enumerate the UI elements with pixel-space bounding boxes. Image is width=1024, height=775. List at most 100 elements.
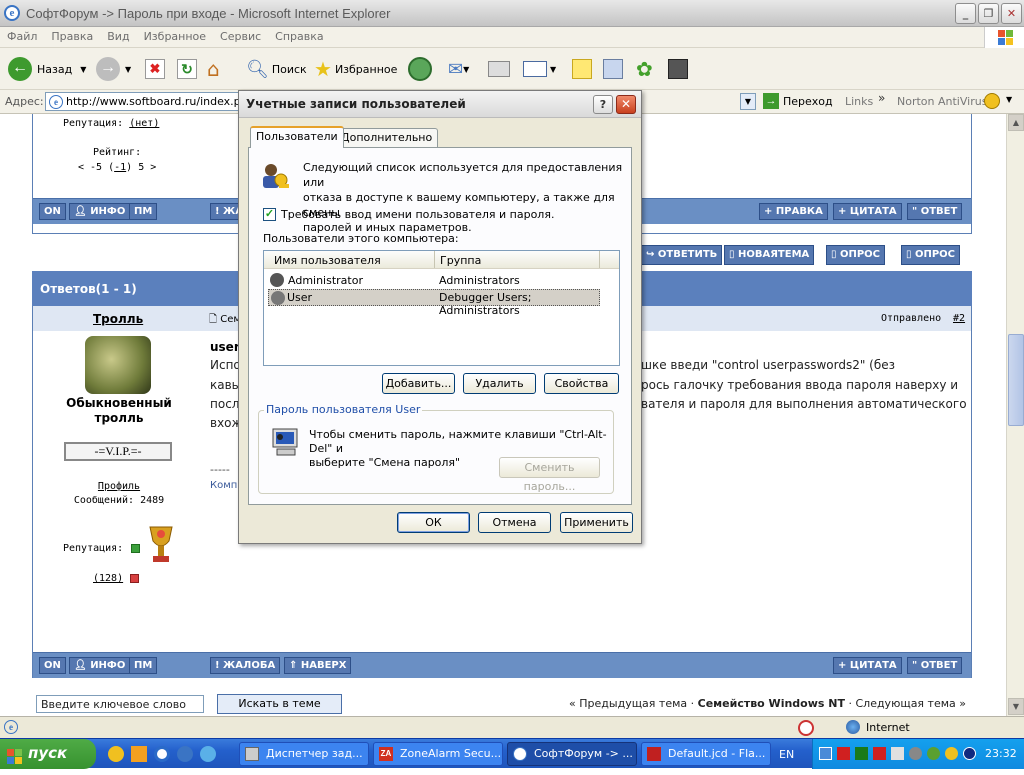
table-row[interactable]: User Debugger Users; Administrators: [268, 289, 600, 317]
tab-advanced[interactable]: Дополнительно: [335, 128, 439, 147]
go-button[interactable]: → Переход: [763, 93, 833, 109]
quicklaunch-icon-3[interactable]: [154, 746, 170, 762]
require-login-row[interactable]: ✓ Требовать ввод имени пользователя и па…: [263, 208, 554, 221]
task-zonealarm[interactable]: ZA ZoneAlarm Secu...: [373, 742, 503, 766]
tray-icon-2[interactable]: [837, 747, 850, 760]
norton-label[interactable]: Norton AntiVirus: [897, 95, 987, 108]
require-login-checkbox[interactable]: ✓: [263, 208, 276, 221]
task-taskmgr[interactable]: Диспетчер зад...: [239, 742, 369, 766]
quicklaunch-icon-4[interactable]: [177, 746, 193, 762]
home-button[interactable]: ⌂: [207, 55, 220, 83]
reply-button-2[interactable]: " ОТВЕТ: [907, 657, 963, 674]
menu-file[interactable]: Файл: [0, 27, 44, 43]
next-topic-link[interactable]: · Следующая тема »: [848, 697, 966, 710]
add-user-button[interactable]: Добавить...: [382, 373, 455, 394]
tray-icon-4[interactable]: [873, 747, 886, 760]
task-softforum[interactable]: СофтФорум -> ...: [507, 742, 637, 766]
table-row[interactable]: Administrator Administrators: [268, 272, 598, 289]
forum-link[interactable]: Семейство Windows NT: [698, 697, 845, 710]
properties-button[interactable]: Свойства: [544, 373, 619, 394]
poll-button[interactable]: ▯ ОПРОС: [826, 245, 886, 265]
address-input[interactable]: e http://www.softboard.ru/index.php: [45, 92, 243, 111]
apply-button[interactable]: Применить: [560, 512, 633, 533]
tray-icon-9[interactable]: [963, 747, 976, 760]
scroll-down-button[interactable]: ▼: [1008, 698, 1024, 715]
info-button[interactable]: 👤︎ ИНФО: [69, 203, 131, 220]
close-window-button[interactable]: ✕: [1001, 3, 1022, 24]
tray-icon-7[interactable]: [927, 747, 940, 760]
edit-button[interactable]: ▼: [523, 55, 556, 83]
start-button[interactable]: пуск: [0, 739, 96, 769]
post-number-link[interactable]: #2: [953, 313, 965, 324]
quote-button-2[interactable]: + ЦИТАТА: [833, 657, 902, 674]
quicklaunch-icon-1[interactable]: [108, 746, 124, 762]
tab-users[interactable]: Пользователи: [250, 126, 344, 148]
menu-favorites[interactable]: Избранное: [137, 27, 213, 43]
menu-tools[interactable]: Сервис: [213, 27, 268, 43]
plus-rep-icon[interactable]: [131, 544, 140, 553]
tray-icon-1[interactable]: [819, 747, 832, 760]
back-button[interactable]: ← Назад ▼: [8, 55, 86, 83]
reply-topic-button[interactable]: ↪ ОТВЕТИТЬ: [641, 245, 723, 265]
extra-button[interactable]: [668, 55, 688, 83]
search-button[interactable]: 🔍︎ Поиск: [246, 55, 307, 83]
stop-button[interactable]: ✖: [145, 55, 165, 83]
menu-edit[interactable]: Правка: [44, 27, 100, 43]
vertical-scrollbar[interactable]: ▲ ▼: [1006, 114, 1024, 716]
reply-button[interactable]: " ОТВЕТ: [907, 203, 963, 220]
col-username[interactable]: Имя пользователя: [274, 254, 381, 267]
quicklaunch-icon-5[interactable]: [200, 746, 216, 762]
menu-help[interactable]: Справка: [268, 27, 330, 43]
quote-button[interactable]: + ЦИТАТА: [833, 203, 902, 220]
minus-rep-icon[interactable]: [130, 574, 139, 583]
profile-link[interactable]: Профиль: [33, 481, 205, 492]
address-dropdown-button[interactable]: ▼: [740, 93, 756, 110]
poll-button-2[interactable]: ▯ ОПРОС: [901, 245, 961, 265]
favorites-button[interactable]: ★ Избранное: [314, 55, 397, 83]
author-name[interactable]: Тролль: [93, 312, 143, 326]
task-flash[interactable]: Default.jcd - Fla...: [641, 742, 771, 766]
scroll-thumb[interactable]: [1008, 334, 1024, 426]
chevron-icon[interactable]: »: [878, 91, 885, 105]
keyword-input[interactable]: Введите ключевое слово: [36, 695, 204, 713]
dialog-close-button[interactable]: ✕: [616, 95, 636, 114]
minimize-button[interactable]: _: [955, 3, 976, 24]
tray-icon-3[interactable]: [855, 747, 868, 760]
tray-icon-6[interactable]: [909, 747, 922, 760]
pm-button-2[interactable]: ПМ: [129, 657, 158, 674]
complaint-button-2[interactable]: ! ЖАЛОБА: [210, 657, 281, 674]
norton-icon[interactable]: [984, 93, 1000, 109]
cancel-button[interactable]: Отмена: [478, 512, 551, 533]
ok-button[interactable]: ОК: [397, 512, 470, 533]
new-topic-button[interactable]: ▯ НОВАЯТЕМА: [724, 245, 815, 265]
pm-button[interactable]: ПМ: [129, 203, 158, 220]
language-indicator[interactable]: EN: [779, 748, 794, 761]
tray-icon-5[interactable]: [891, 747, 904, 760]
help-button[interactable]: ?: [593, 95, 613, 114]
maximize-button[interactable]: ❐: [978, 3, 999, 24]
on-button[interactable]: ON: [39, 203, 66, 220]
norton-dropdown-icon[interactable]: ▼: [1006, 95, 1012, 104]
prev-topic-link[interactable]: « Предыдущая тема ·: [569, 697, 694, 710]
remove-user-button[interactable]: Удалить: [463, 373, 536, 394]
links-label[interactable]: Links: [845, 95, 873, 108]
tray-icon-8[interactable]: [945, 747, 958, 760]
menu-view[interactable]: Вид: [100, 27, 136, 43]
clock[interactable]: 23:32: [985, 747, 1017, 760]
research-button[interactable]: [603, 55, 623, 83]
scroll-up-button[interactable]: ▲: [1008, 114, 1024, 131]
refresh-button[interactable]: ↻: [177, 55, 197, 83]
search-topic-button[interactable]: Искать в теме: [217, 694, 342, 714]
change-password-button[interactable]: Сменить пароль...: [499, 457, 600, 493]
history-button[interactable]: [408, 55, 432, 83]
forward-button[interactable]: → ▼: [96, 55, 131, 83]
to-top-button[interactable]: ⇑ НАВЕРХ: [284, 657, 352, 674]
reputation-count[interactable]: (128): [93, 573, 123, 584]
on-button-2[interactable]: ON: [39, 657, 66, 674]
col-group[interactable]: Группа: [440, 254, 481, 267]
info-button-2[interactable]: 👤︎ ИНФО: [69, 657, 131, 674]
icq-button[interactable]: ✿: [636, 55, 653, 83]
edit-post-button[interactable]: + ПРАВКА: [759, 203, 828, 220]
quicklaunch-icon-2[interactable]: [131, 746, 147, 762]
print-button[interactable]: [488, 55, 510, 83]
